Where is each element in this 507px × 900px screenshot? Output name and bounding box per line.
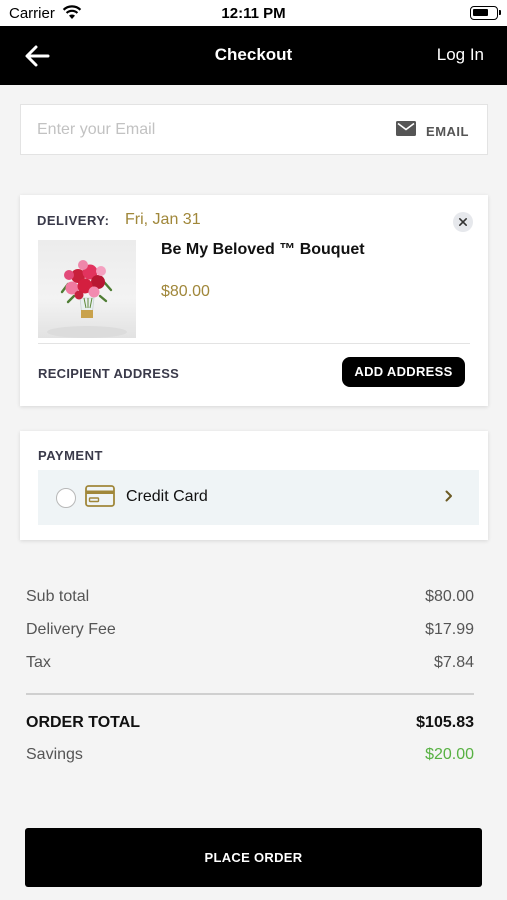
savings-value: $20.00 <box>425 746 474 763</box>
email-section: EMAIL <box>20 104 488 155</box>
clock: 12:11 PM <box>221 5 286 22</box>
chevron-right-icon <box>445 489 453 507</box>
page-title: Checkout <box>214 45 293 64</box>
tax-row: Tax $7.84 <box>26 654 474 676</box>
payment-method-credit-card[interactable]: Credit Card <box>38 470 479 525</box>
credit-card-icon <box>85 485 115 512</box>
place-order-button[interactable]: PLACE ORDER <box>25 828 482 887</box>
subtotal-label: Sub total <box>26 588 90 605</box>
envelope-icon <box>396 121 417 141</box>
summary-divider <box>26 693 474 695</box>
payment-card: PAYMENT Credit Card <box>20 431 488 540</box>
payment-radio[interactable] <box>56 488 76 508</box>
order-total-row: ORDER TOTAL $105.83 <box>26 714 474 736</box>
battery-icon <box>470 6 501 20</box>
subtotal-row: Sub total $80.00 <box>26 588 474 610</box>
payment-label: PAYMENT <box>38 448 103 463</box>
delivery-fee-row: Delivery Fee $17.99 <box>26 621 474 643</box>
close-icon <box>459 218 467 226</box>
subtotal-value: $80.00 <box>425 588 474 605</box>
remove-item-button[interactable] <box>453 212 473 232</box>
savings-label: Savings <box>26 746 83 763</box>
back-arrow-icon[interactable] <box>22 42 52 70</box>
add-address-button[interactable]: ADD ADDRESS <box>342 357 465 387</box>
order-total-value: $105.83 <box>416 714 474 731</box>
product-name: Be My Beloved ™ Bouquet <box>161 241 365 258</box>
payment-method-label: Credit Card <box>126 488 208 505</box>
recipient-address-label: RECIPIENT ADDRESS <box>38 366 180 381</box>
product-image <box>38 240 136 338</box>
tax-label: Tax <box>26 654 51 671</box>
email-button-label: EMAIL <box>426 123 469 139</box>
login-button[interactable]: Log In <box>437 45 484 65</box>
status-bar: Carrier 12:11 PM <box>0 0 507 26</box>
savings-row: Savings $20.00 <box>26 746 474 768</box>
email-button[interactable]: EMAIL <box>396 121 469 141</box>
tax-value: $7.84 <box>433 654 474 671</box>
delivery-fee-label: Delivery Fee <box>26 621 116 638</box>
email-input[interactable] <box>37 119 367 141</box>
delivery-card: DELIVERY: Fri, Jan 31 Be My Beloved ™ Bo… <box>20 195 488 406</box>
order-total-label: ORDER TOTAL <box>26 714 141 731</box>
delivery-label: DELIVERY: <box>37 213 110 228</box>
delivery-date: Fri, Jan 31 <box>125 211 201 228</box>
delivery-fee-value: $17.99 <box>425 621 474 638</box>
product-price: $80.00 <box>161 283 210 300</box>
divider <box>38 343 470 344</box>
nav-bar: Checkout Log In <box>0 26 507 85</box>
